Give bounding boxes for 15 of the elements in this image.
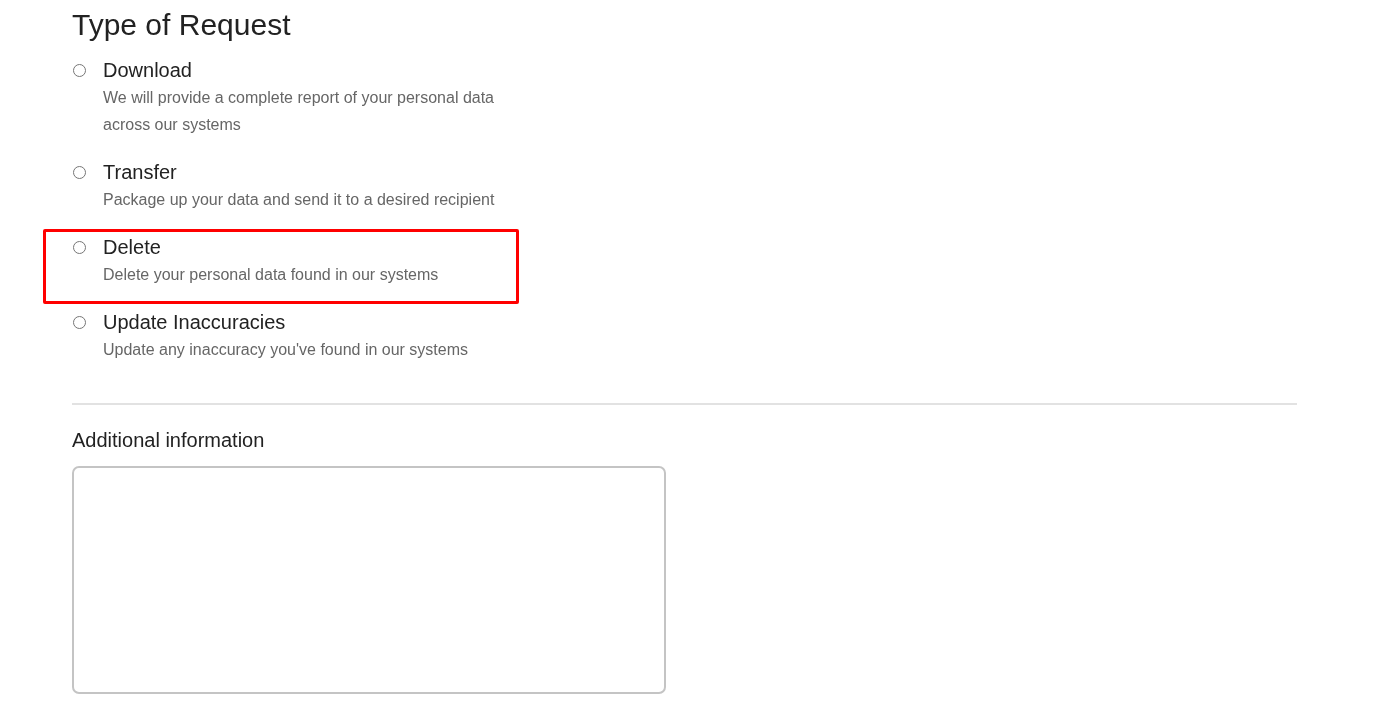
- radio-button[interactable]: [73, 165, 86, 179]
- field-label: Additional information: [72, 428, 265, 453]
- option-label: Transfer: [103, 160, 177, 185]
- option-description: Package up your data and send it to a desired recipient: [103, 190, 495, 210]
- option-description: Update any inaccuracy you've found in our systems: [103, 340, 469, 360]
- option-label: Delete: [103, 235, 161, 260]
- section-heading: Type of Request: [72, 7, 291, 43]
- radio-button[interactable]: [73, 315, 86, 329]
- option-label: Download: [103, 58, 192, 83]
- option-description: We will provide a complete report of your personal data across our systems: [103, 88, 495, 135]
- additional-info-field[interactable]: [72, 466, 666, 694]
- radio-button[interactable]: [73, 240, 86, 254]
- option-label: Update Inaccuracies: [103, 310, 286, 335]
- option-description: Delete your personal data found in our systems: [103, 265, 439, 285]
- radio-button[interactable]: [73, 63, 86, 77]
